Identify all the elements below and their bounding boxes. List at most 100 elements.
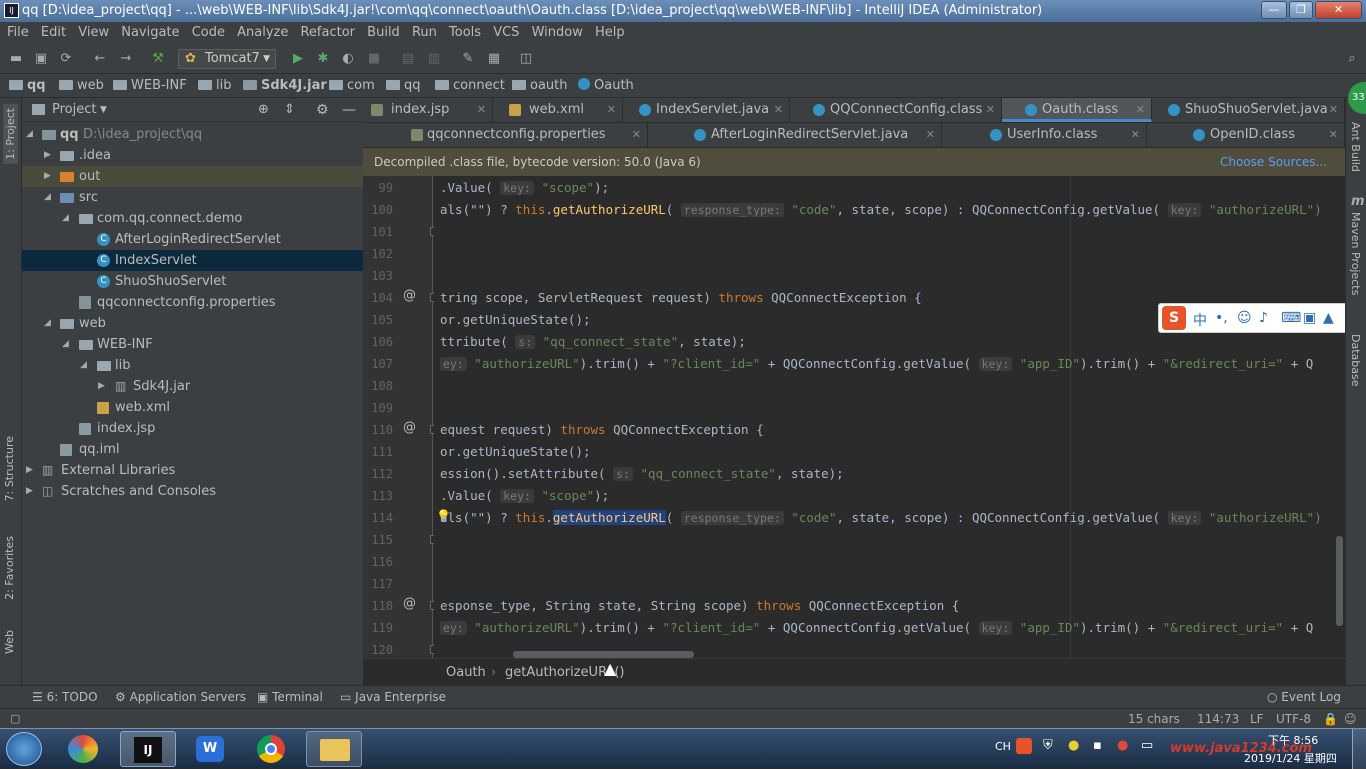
tree-item-qqiml[interactable]: qq.iml — [22, 439, 363, 460]
tree-item-src[interactable]: ◢ src — [22, 187, 363, 208]
tree-item-scratches[interactable]: ▶ ◫ Scratches and Consoles — [22, 481, 363, 502]
menu-tools[interactable]: Tools — [449, 25, 481, 40]
crumb-web[interactable]: web — [59, 74, 104, 98]
notification-badge[interactable]: 33 — [1348, 82, 1366, 114]
tray-language[interactable]: CH — [995, 740, 1011, 753]
tab-web-xml[interactable]: web.xml ✕ — [493, 98, 623, 122]
tray-shield-icon[interactable]: ⛨ — [1043, 738, 1053, 753]
line-separator[interactable]: LF — [1250, 709, 1264, 729]
inspector-icon[interactable]: ☺ — [1344, 709, 1357, 729]
skin-icon[interactable]: ▲ — [1323, 310, 1334, 326]
project-tool-tab[interactable]: 1: Project — [3, 104, 18, 164]
sync-icon[interactable]: ⟳ — [58, 51, 74, 67]
taskbar-chrome-icon[interactable] — [244, 731, 300, 767]
settings-wrench-icon[interactable]: ✎ — [460, 51, 476, 67]
maven-projects-tab[interactable]: Maven Projects — [1349, 212, 1362, 295]
search-icon[interactable]: ⌕ — [1344, 51, 1360, 67]
close-button[interactable]: ✕ — [1315, 1, 1362, 19]
menu-build[interactable]: Build — [367, 25, 400, 40]
gear-icon[interactable]: ⚙ — [316, 98, 329, 122]
open-folder-icon[interactable]: ▬ — [8, 51, 24, 67]
tree-item-out[interactable]: ▶ out — [22, 166, 363, 187]
crumb-connect[interactable]: connect — [435, 74, 505, 98]
stop-icon[interactable]: ■ — [366, 51, 382, 67]
collapse-all-icon[interactable]: ⇕ — [284, 98, 295, 122]
menu-code[interactable]: Code — [192, 25, 225, 40]
crumb-web-inf[interactable]: WEB-INF — [113, 74, 187, 98]
tray-app-icon[interactable]: ● — [1068, 738, 1079, 753]
tree-item-shuoshuo[interactable]: C ShuoShuoServlet — [22, 271, 363, 292]
menu-vcs[interactable]: VCS — [493, 25, 519, 40]
tree-item-webxml[interactable]: web.xml — [22, 397, 363, 418]
start-button-icon[interactable] — [6, 732, 42, 766]
scroll-from-source-icon[interactable]: ⊕ — [258, 98, 269, 122]
code-editor[interactable]: .Value( key: "scope"); als("") ? this.ge… — [434, 176, 1345, 658]
tree-item-indexservlet[interactable]: C IndexServlet — [22, 250, 363, 271]
caret-position[interactable]: 114:73 — [1197, 709, 1239, 729]
tree-item-lib[interactable]: ◢ lib — [22, 355, 363, 376]
close-tab-icon[interactable]: ✕ — [632, 123, 641, 147]
tab-shuoshuoservlet[interactable]: ShuoShuoServlet.java ✕ — [1152, 98, 1345, 122]
save-icon[interactable]: ▣ — [33, 51, 49, 67]
menu-edit[interactable]: Edit — [41, 25, 66, 40]
crumb-lib[interactable]: lib — [198, 74, 231, 98]
tab-afterloginredirect[interactable]: AfterLoginRedirectServlet.java ✕ — [648, 123, 942, 147]
tree-item-web-inf[interactable]: ◢ WEB-INF — [22, 334, 363, 355]
close-tab-icon[interactable]: ✕ — [1131, 123, 1140, 147]
todo-tab[interactable]: ☰ 6: TODO — [32, 686, 98, 708]
tray-qq-icon[interactable]: ● — [1117, 738, 1128, 753]
breadcrumb-class[interactable]: Oauth — [446, 659, 486, 686]
java-enterprise-tab[interactable]: ▭ Java Enterprise — [340, 686, 446, 708]
show-desktop-button[interactable] — [1352, 729, 1366, 769]
tray-date[interactable]: 2019/1/24 星期四 — [1244, 750, 1337, 766]
build-hammer-icon[interactable]: ⚒ — [150, 51, 166, 67]
crumb-qq[interactable]: qq — [9, 74, 46, 98]
structure-tool-tab[interactable]: 7: Structure — [3, 436, 16, 501]
maximize-button[interactable]: ❐ — [1289, 1, 1313, 19]
taskbar-app-icon[interactable] — [56, 731, 112, 767]
tray-time[interactable]: 下午 8:56 — [1268, 732, 1318, 748]
vertical-scrollbar[interactable] — [1336, 536, 1343, 626]
coverage-icon[interactable]: ◐ — [340, 51, 356, 67]
hide-panel-icon[interactable]: — — [342, 98, 356, 122]
close-tab-icon[interactable]: ✕ — [1329, 123, 1338, 147]
tree-item-qq[interactable]: ◢ qq D:\idea_project\qq — [22, 124, 363, 145]
run-icon[interactable]: ▶ — [290, 51, 306, 67]
terminal-tab[interactable]: ▣ Terminal — [257, 686, 323, 708]
tab-openid[interactable]: OpenID.class ✕ — [1147, 123, 1345, 147]
toolbox-icon[interactable]: ▣ — [1303, 310, 1316, 326]
ime-toolbar[interactable]: S 中 •, ☺ ♪ ⌨ ▣ ▲ ▦ — [1158, 303, 1366, 333]
lock-icon[interactable]: 🔒 — [1323, 709, 1338, 729]
close-tab-icon[interactable]: ✕ — [1329, 98, 1338, 122]
event-log-tab[interactable]: ○ Event Log — [1267, 686, 1341, 708]
override-marker-icon[interactable]: @ — [403, 596, 416, 611]
minimize-button[interactable]: — — [1261, 1, 1287, 19]
tree-item-afterlogin[interactable]: C AfterLoginRedirectServlet — [22, 229, 363, 250]
tab-qqconnectconfig[interactable]: QQConnectConfig.class ✕ — [790, 98, 1002, 122]
tool-windows-icon[interactable]: ▢ — [10, 709, 20, 729]
tab-properties[interactable]: qqconnectconfig.properties ✕ — [363, 123, 648, 147]
close-tab-icon[interactable]: ✕ — [986, 98, 995, 122]
tree-item-external-libraries[interactable]: ▶ ▥ External Libraries — [22, 460, 363, 481]
tab-index-jsp[interactable]: index.jsp ✕ — [363, 98, 493, 122]
close-tab-icon[interactable]: ✕ — [1136, 98, 1145, 122]
choose-sources-link[interactable]: Choose Sources... — [1220, 148, 1327, 176]
tree-item-sdk4j-jar[interactable]: ▶ ▥ Sdk4J.jar — [22, 376, 363, 397]
keyboard-icon[interactable]: ⌨ — [1281, 310, 1301, 326]
tray-sogou-icon[interactable] — [1016, 738, 1032, 754]
tree-item-idea[interactable]: ▶ .idea — [22, 145, 363, 166]
microphone-icon[interactable]: ♪ — [1259, 310, 1268, 326]
menu-navigate[interactable]: Navigate — [121, 25, 179, 40]
back-icon[interactable]: ← — [92, 51, 108, 67]
ime-mode-label[interactable]: 中 — [1193, 310, 1207, 330]
tree-item-properties[interactable]: qqconnectconfig.properties — [22, 292, 363, 313]
crumb-com[interactable]: com — [329, 74, 375, 98]
crumb-qq2[interactable]: qq — [386, 74, 421, 98]
punctuation-icon[interactable]: •, — [1215, 310, 1228, 326]
taskbar-explorer-icon[interactable] — [306, 731, 362, 767]
sdk-icon[interactable]: ◫ — [518, 51, 534, 67]
bookmark-icon[interactable]: ▥ — [426, 51, 442, 67]
close-tab-icon[interactable]: ✕ — [774, 98, 783, 122]
close-tab-icon[interactable]: ✕ — [926, 123, 935, 147]
tab-indexservlet[interactable]: IndexServlet.java ✕ — [623, 98, 790, 122]
